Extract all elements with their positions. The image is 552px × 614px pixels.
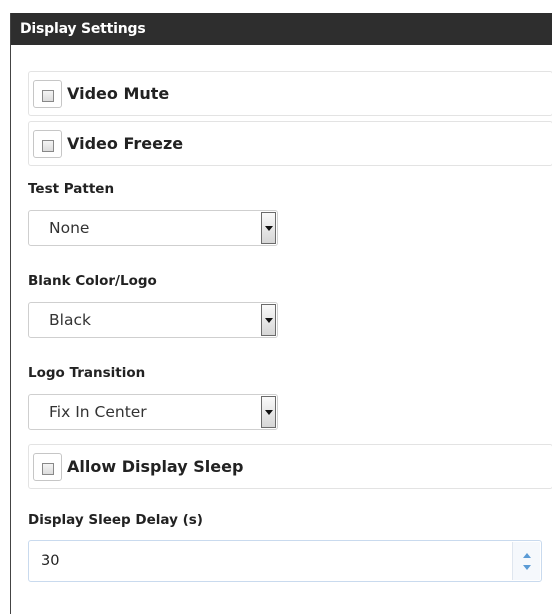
- display-sleep-delay-label: Display Sleep Delay (s): [28, 512, 203, 528]
- test-pattern-label: Test Patten: [28, 181, 115, 197]
- video-freeze-checkbox[interactable]: [42, 140, 54, 152]
- spinner[interactable]: [512, 542, 540, 580]
- display-sleep-delay-input[interactable]: 30: [28, 540, 542, 582]
- test-pattern-select[interactable]: None: [28, 210, 278, 246]
- spin-up-icon[interactable]: [523, 553, 531, 558]
- video-mute-checkbox-wrap[interactable]: [33, 80, 62, 108]
- video-mute-label: Video Mute: [67, 84, 170, 103]
- allow-display-sleep-checkbox-wrap[interactable]: [33, 453, 62, 481]
- logo-transition-label: Logo Transition: [28, 365, 146, 381]
- video-mute-row[interactable]: Video Mute: [28, 71, 552, 116]
- display-sleep-delay-value[interactable]: 30: [41, 541, 59, 581]
- display-settings-panel: Display Settings Video Mute Video Freeze…: [10, 13, 552, 614]
- allow-display-sleep-checkbox[interactable]: [42, 463, 54, 475]
- blank-color-logo-value: Black: [49, 311, 91, 329]
- chevron-down-icon[interactable]: [261, 396, 276, 428]
- logo-transition-select[interactable]: Fix In Center: [28, 394, 278, 430]
- logo-transition-value: Fix In Center: [49, 403, 147, 421]
- chevron-down-icon[interactable]: [261, 212, 276, 244]
- spin-down-icon[interactable]: [523, 565, 531, 570]
- video-freeze-row[interactable]: Video Freeze: [28, 121, 552, 166]
- allow-display-sleep-label: Allow Display Sleep: [67, 457, 244, 476]
- video-freeze-checkbox-wrap[interactable]: [33, 130, 62, 158]
- test-pattern-value: None: [49, 219, 90, 237]
- chevron-down-icon[interactable]: [261, 304, 276, 336]
- allow-display-sleep-row[interactable]: Allow Display Sleep: [28, 444, 552, 489]
- panel-header: Display Settings: [11, 13, 552, 45]
- video-mute-checkbox[interactable]: [42, 90, 54, 102]
- blank-color-logo-select[interactable]: Black: [28, 302, 278, 338]
- blank-color-logo-label: Blank Color/Logo: [28, 273, 157, 289]
- video-freeze-label: Video Freeze: [67, 134, 184, 153]
